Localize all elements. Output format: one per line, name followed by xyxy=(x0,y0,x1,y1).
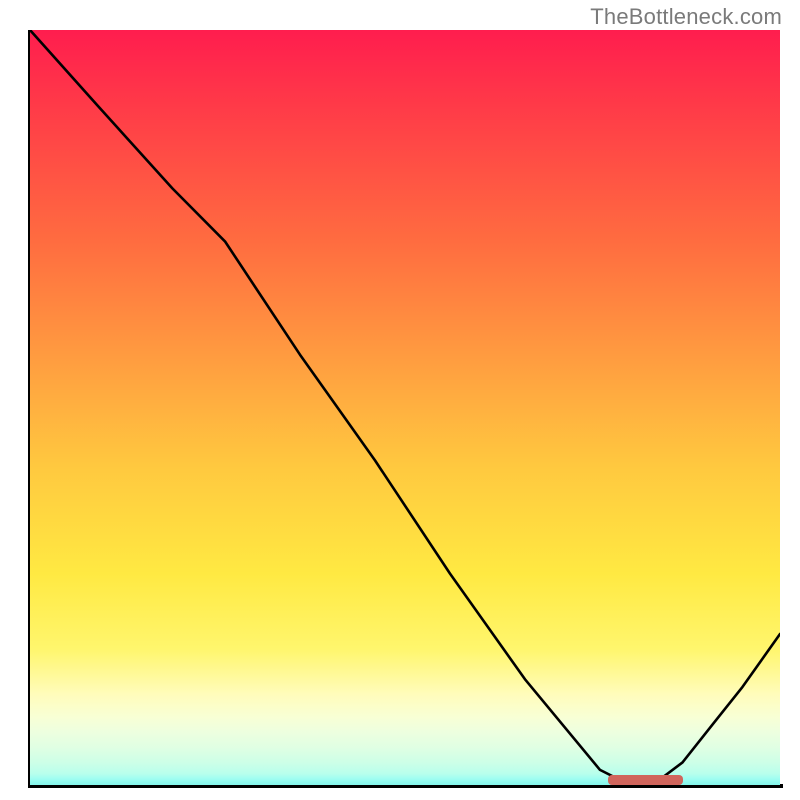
bottleneck-curve xyxy=(30,30,780,785)
plot-area xyxy=(30,30,780,785)
watermark-text: TheBottleneck.com xyxy=(590,4,782,30)
chart-container: TheBottleneck.com xyxy=(0,0,800,800)
optimal-marker-icon xyxy=(608,775,683,785)
